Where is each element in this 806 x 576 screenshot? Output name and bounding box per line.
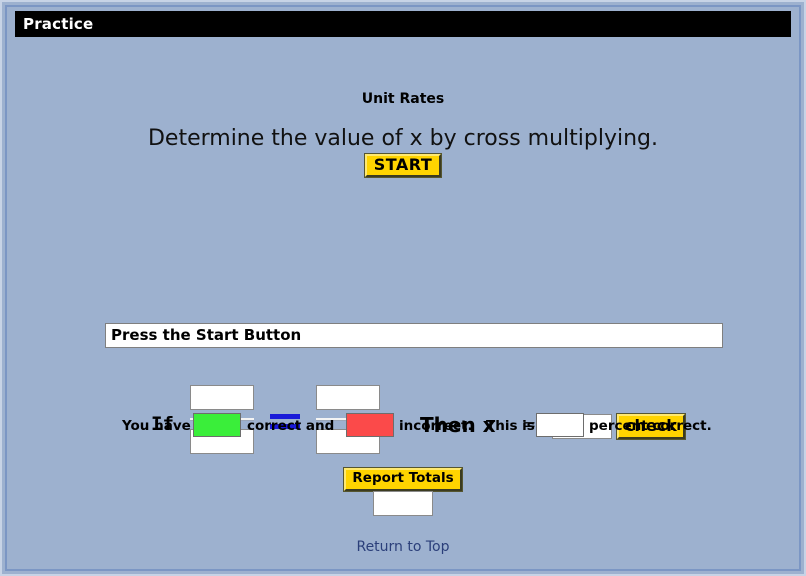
score-summary-row: You have correct and incorrect. This is … — [9, 413, 797, 443]
return-to-top-link[interactable]: Return to Top — [9, 539, 797, 555]
start-button-container: START — [9, 152, 797, 179]
totals-output-input[interactable] — [373, 491, 433, 516]
page-title: Unit Rates — [361, 91, 445, 107]
right-numerator-input[interactable] — [316, 385, 380, 410]
report-totals-button[interactable]: Report Totals — [343, 467, 463, 492]
correct-label: correct and — [247, 418, 335, 434]
percent-correct-label: percent correct. — [589, 418, 712, 434]
report-totals-container: Report Totals — [9, 467, 797, 492]
left-numerator-input[interactable] — [190, 385, 254, 410]
equation-row: If Then x = check — [9, 195, 797, 454]
status-message-field[interactable]: Press the Start Button — [105, 323, 723, 348]
this-is-label: This is — [486, 418, 535, 434]
practice-window: Practice Unit Rates Determine the value … — [0, 0, 806, 576]
incorrect-count-input[interactable] — [346, 413, 394, 437]
correct-count-input[interactable] — [193, 413, 241, 437]
start-button[interactable]: START — [363, 152, 443, 179]
window-inner-frame: Practice Unit Rates Determine the value … — [5, 5, 801, 571]
window-title-bar: Practice — [15, 11, 791, 37]
incorrect-label: incorrect. — [399, 418, 473, 434]
percent-correct-input[interactable] — [536, 413, 584, 437]
practice-stage: Practice Unit Rates Determine the value … — [9, 9, 797, 567]
instruction-text: Determine the value of x by cross multip… — [147, 126, 659, 151]
you-have-label: You have — [122, 418, 191, 434]
